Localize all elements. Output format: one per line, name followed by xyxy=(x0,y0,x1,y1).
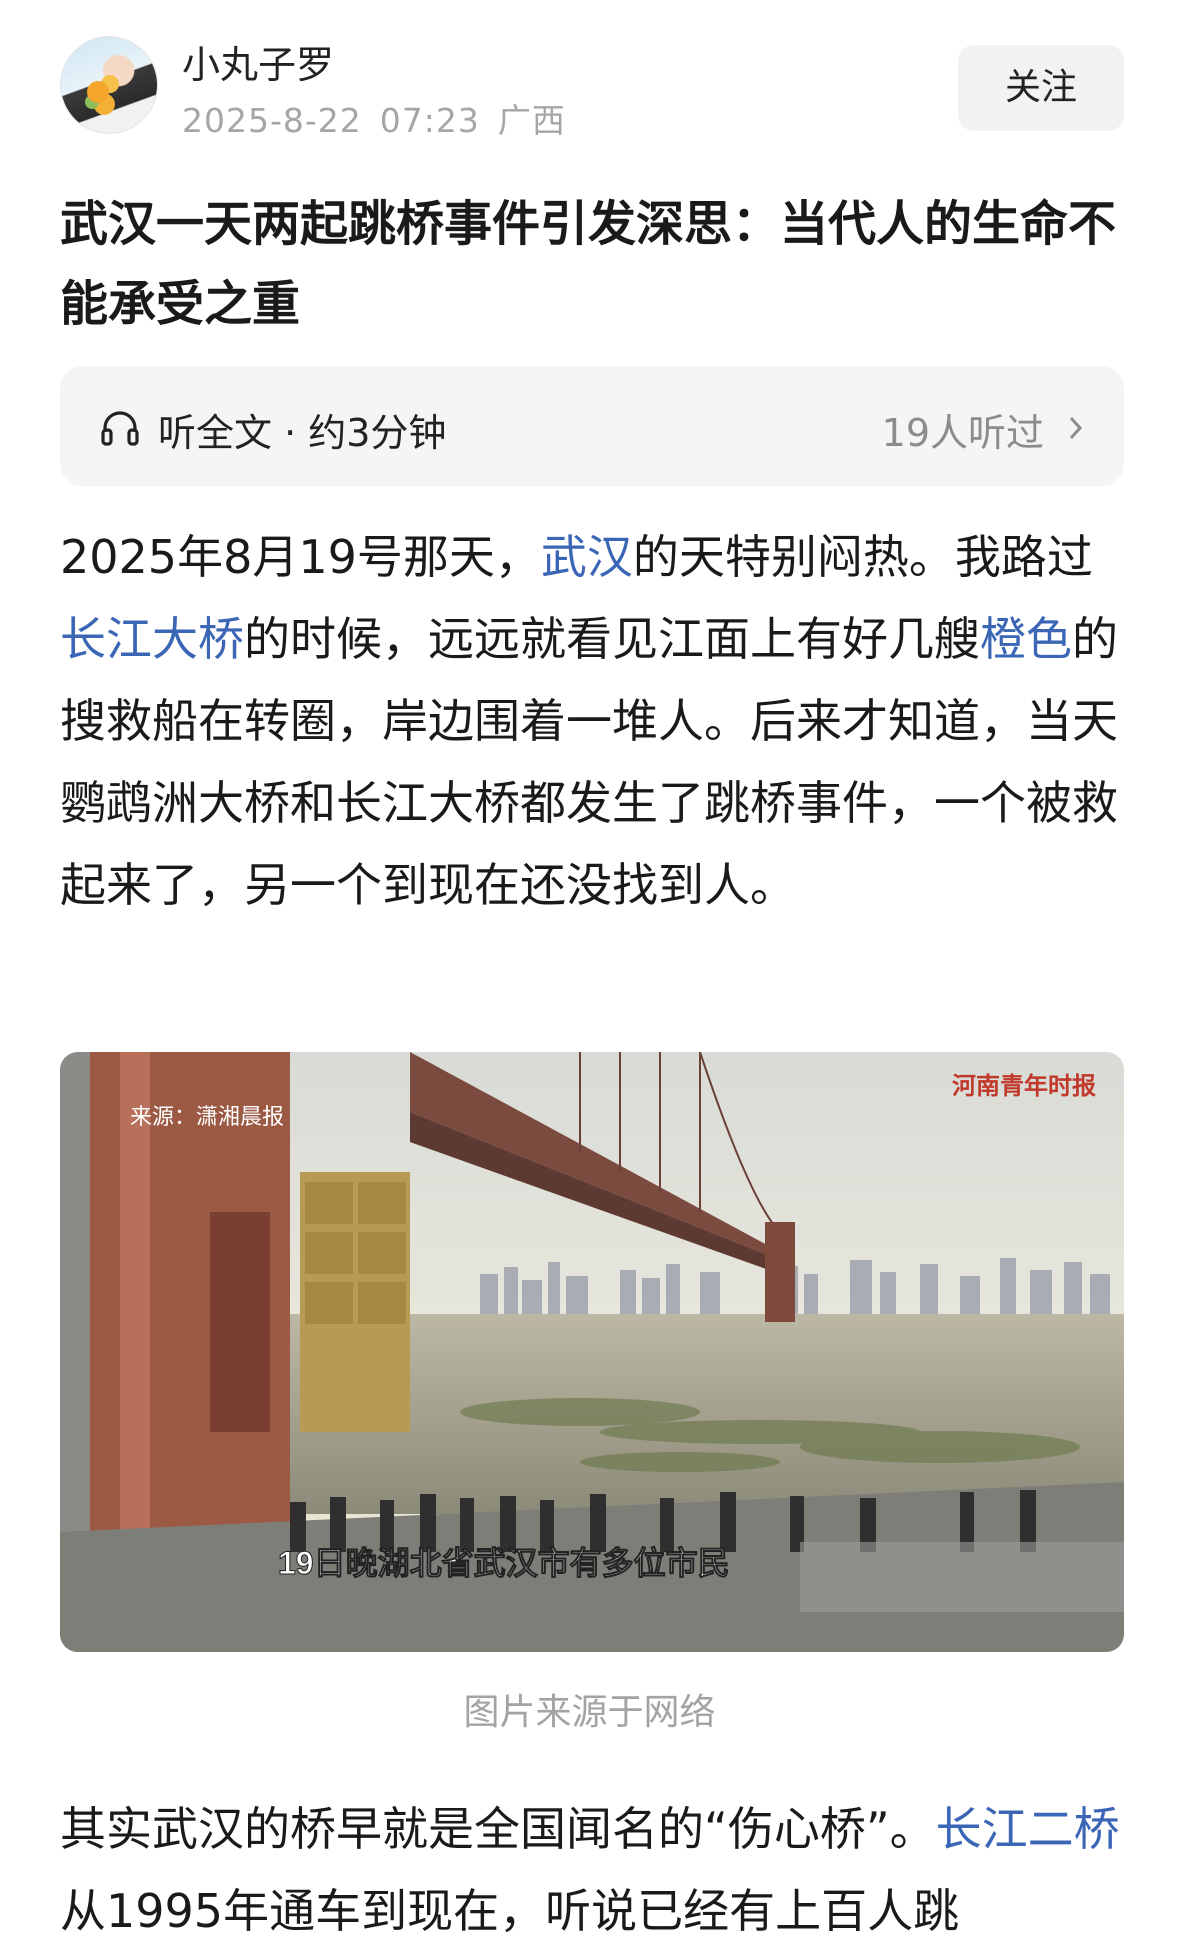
link-orange[interactable]: 橙色 xyxy=(980,612,1072,666)
post-time: 07:23 xyxy=(379,101,480,140)
photo-source-label: 来源：潇湘晨报 xyxy=(130,1104,284,1129)
bridge-tower xyxy=(765,1222,795,1322)
article-header: 小丸子罗 2025-8-22 07:23 广西 关注 xyxy=(0,0,1179,150)
avatar-flower-decoration xyxy=(87,81,109,103)
link-changjiang-second-bridge[interactable]: 长江二桥 xyxy=(936,1802,1120,1856)
article-title: 武汉一天两起跳桥事件引发深思：当代人的生命不能承受之重 xyxy=(60,196,1117,332)
paragraph-2: 其实武汉的桥早就是全国闻名的“伤心桥”。长江二桥从1995年通车到现在，听说已经… xyxy=(60,1788,1122,1952)
author-name[interactable]: 小丸子罗 xyxy=(182,34,334,89)
bridge-photo-illustration: 来源：潇湘晨报 河南青年时报 19日晚湖北省武汉市有多位市民 xyxy=(60,1052,1124,1652)
link-changjiang-bridge[interactable]: 长江大桥 xyxy=(60,612,244,666)
paragraph-1-text-3: 的时候，远远就看见江面上有好几艘 xyxy=(244,612,980,666)
video-subtitle: 19日晚湖北省武汉市有多位市民 xyxy=(278,1545,730,1581)
paragraph-1-text-2: 的天特别闷热。我路过 xyxy=(632,530,1093,584)
blur-patch xyxy=(800,1542,1124,1612)
headphone-icon xyxy=(101,411,139,446)
paragraph-2-text-2: 从1995年通车到现在，听说已经有上百人跳 xyxy=(60,1884,960,1938)
listen-full-text-bar[interactable]: 听全文 · 约3分钟 19人听过 xyxy=(60,366,1124,486)
post-location: 广西 xyxy=(497,101,566,140)
link-wuhan[interactable]: 武汉 xyxy=(541,530,633,584)
image-caption: 图片来源于网络 xyxy=(463,1692,716,1733)
post-meta: 2025-8-22 07:23 广西 xyxy=(182,94,584,142)
avatar[interactable] xyxy=(60,36,158,134)
listen-count: 19人听过 xyxy=(881,411,1044,455)
photo-watermark: 河南青年时报 xyxy=(952,1072,1096,1100)
chevron-right-icon xyxy=(1069,416,1083,440)
paragraph-1: 2025年8月19号那天，武汉的天特别闷热。我路过长江大桥的时候，远远就看见江面… xyxy=(60,516,1122,926)
follow-button[interactable]: 关注 xyxy=(958,45,1124,131)
paragraph-1-text-1: 2025年8月19号那天， xyxy=(60,530,541,584)
paragraph-2-text-1: 其实武汉的桥早就是全国闻名的“伤心桥”。 xyxy=(60,1802,936,1856)
post-date: 2025-8-22 xyxy=(182,101,362,140)
article-photo[interactable]: 来源：潇湘晨报 河南青年时报 19日晚湖北省武汉市有多位市民 xyxy=(60,1052,1124,1652)
listen-label: 听全文 · 约3分钟 xyxy=(158,411,447,455)
